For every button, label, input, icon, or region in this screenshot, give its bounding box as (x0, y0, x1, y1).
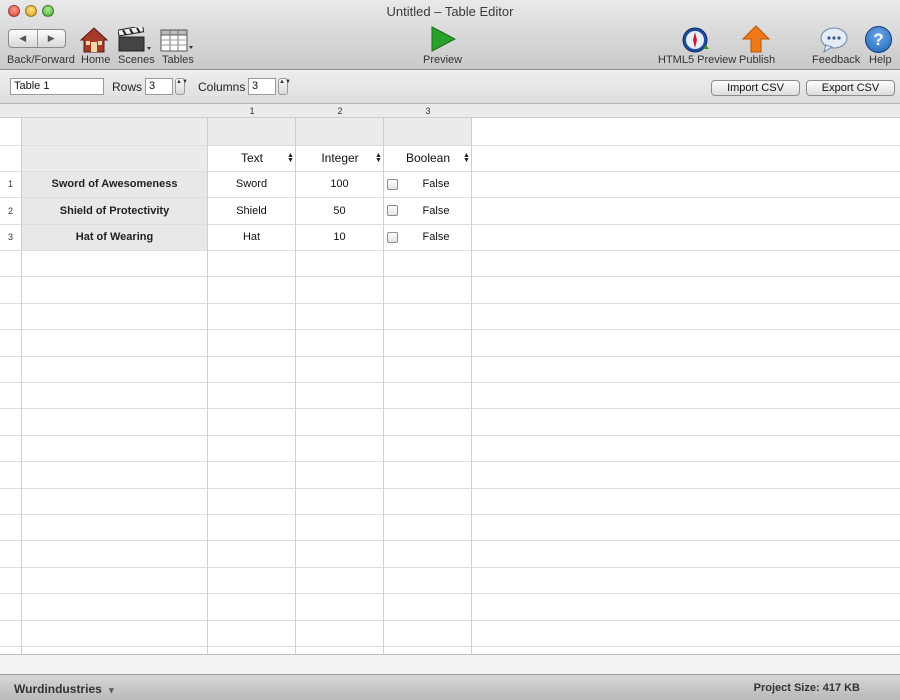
grid-row-line (0, 435, 900, 436)
row-name-cell[interactable]: Hat of Wearing (22, 225, 207, 250)
integer-cell[interactable]: 50 (296, 198, 383, 224)
boolean-cell: False (422, 231, 450, 243)
grid-row-line (0, 540, 900, 541)
column-number[interactable]: 2 (296, 104, 384, 118)
clapperboard-icon (117, 25, 151, 52)
grid-row-line (0, 646, 900, 647)
back-forward-control[interactable]: ◀ ▶ (8, 29, 66, 48)
columns-label: Columns (198, 80, 246, 94)
grid-row-line (0, 567, 900, 568)
column-header-cell[interactable] (208, 118, 295, 146)
row-number[interactable]: 1 (0, 179, 21, 189)
grid-row-line (0, 620, 900, 621)
row-header-column-cell (22, 146, 207, 171)
help-icon: ? (873, 30, 884, 49)
grid-row-line (0, 303, 900, 304)
columns-stepper[interactable]: ▲▼ (278, 78, 291, 95)
export-csv-button[interactable]: Export CSV (806, 80, 895, 96)
publish-label: Publish (739, 54, 776, 66)
grid-row-line (0, 514, 900, 515)
column-type-label: Integer (321, 151, 359, 165)
table-grid: 1 2 3 Text ▲ ▼ Integer ▲ ▼ Boolean ▲ ▼ 1 Sw… (0, 104, 900, 654)
grid-row-line (0, 250, 900, 251)
rows-label: Rows (112, 80, 143, 94)
row-name-cell[interactable]: Sword of Awesomeness (22, 172, 207, 197)
grid-row-line (0, 408, 900, 409)
type-dropdown-icon[interactable]: ▲ ▼ (287, 152, 294, 164)
grid-row-line (0, 488, 900, 489)
rows-field[interactable]: 3 (145, 78, 173, 95)
rows-stepper[interactable]: ▲▼ (175, 78, 188, 95)
boolean-cell: False (422, 178, 450, 190)
html5-preview-label: HTML5 Preview (658, 54, 737, 66)
type-dropdown-icon[interactable]: ▲ ▼ (375, 152, 382, 164)
column-type-label: Boolean (405, 151, 451, 165)
import-csv-button[interactable]: Import CSV (711, 80, 800, 96)
grid-row-line (0, 461, 900, 462)
upload-arrow-icon (741, 25, 771, 53)
column-header-cell[interactable] (296, 118, 383, 146)
grid-row-line (0, 382, 900, 383)
grid-row-line (0, 329, 900, 330)
preview-button[interactable] (430, 26, 457, 57)
compass-icon (682, 27, 709, 53)
column-type-label: Text (240, 151, 263, 165)
row-number[interactable]: 3 (0, 232, 21, 242)
project-menu[interactable]: Wurdindustries ▾ (14, 682, 114, 696)
column-number[interactable]: 3 (384, 104, 472, 118)
column-type-text[interactable]: Text ▲ ▼ (208, 146, 296, 171)
boolean-checkbox[interactable] (387, 179, 398, 190)
tables-label: Tables (162, 54, 194, 66)
column-number[interactable]: 1 (208, 104, 296, 118)
text-cell[interactable]: Hat (208, 225, 295, 250)
grid-row-line (0, 356, 900, 357)
table-name-field[interactable]: Table 1 (10, 78, 104, 95)
horizontal-scrollbar[interactable] (0, 654, 900, 674)
play-icon (431, 26, 457, 52)
forward-arrow-icon[interactable]: ▶ (36, 30, 66, 47)
boolean-checkbox[interactable] (387, 232, 398, 243)
back-forward-label: Back/Forward (7, 54, 75, 66)
row-name-cell[interactable]: Shield of Protectivity (22, 198, 207, 224)
type-dropdown-icon[interactable]: ▲ ▼ (463, 152, 470, 164)
table-grid-icon (160, 29, 193, 52)
grid-row-line (0, 593, 900, 594)
back-arrow-icon[interactable]: ◀ (9, 30, 37, 47)
window-title: Untitled – Table Editor (386, 4, 514, 19)
column-type-boolean[interactable]: Boolean ▲ ▼ (384, 146, 472, 171)
feedback-label: Feedback (812, 54, 861, 66)
speech-bubble-icon (820, 27, 848, 54)
text-cell[interactable]: Shield (208, 198, 295, 224)
boolean-checkbox[interactable] (387, 205, 398, 216)
window-toolbar: Untitled – Table Editor ◀ ▶ Back/Forward… (0, 0, 900, 70)
column-header-cell[interactable] (384, 118, 471, 146)
dropdown-arrow-icon: ▾ (109, 685, 114, 695)
help-button[interactable]: ? (865, 26, 892, 53)
column-type-integer[interactable]: Integer ▲ ▼ (296, 146, 384, 171)
columns-field[interactable]: 3 (248, 78, 276, 95)
home-icon (79, 27, 109, 53)
table-options-bar: Table 1 Rows 3 ▲▼ Columns 3 ▲▼ Import CS… (0, 70, 900, 104)
integer-cell[interactable]: 10 (296, 225, 383, 250)
project-size: Project Size: 417 KB (753, 682, 860, 694)
integer-cell[interactable]: 100 (296, 172, 383, 197)
boolean-cell: False (422, 205, 450, 217)
home-label: Home (81, 54, 111, 66)
scenes-label: Scenes (118, 54, 155, 66)
text-cell[interactable]: Sword (208, 172, 295, 197)
status-bar: Wurdindustries ▾ Project Size: 417 KB (0, 674, 900, 700)
preview-label: Preview (423, 54, 463, 66)
grid-row-line (0, 276, 900, 277)
corner-header-cell (22, 118, 207, 146)
row-number[interactable]: 2 (0, 206, 21, 216)
project-name: Wurdindustries (14, 682, 102, 696)
help-label: Help (869, 54, 892, 66)
